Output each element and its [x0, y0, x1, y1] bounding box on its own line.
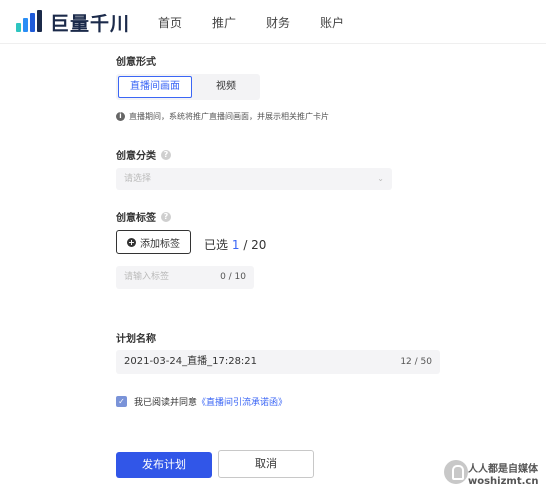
creative-form-label-text: 创意形式 [116, 57, 156, 68]
nav-item-home[interactable]: 首页 [158, 14, 182, 31]
top-navigation-bar: 巨量千川 首页 推广 财务 账户 [0, 0, 546, 44]
creative-tags-label-text: 创意标签 [116, 213, 156, 224]
creative-form-label: 创意形式 [116, 53, 156, 68]
nav-item-promotion[interactable]: 推广 [212, 14, 236, 31]
help-icon[interactable]: ? [161, 211, 171, 222]
logo-text: 巨量千川 [50, 12, 131, 35]
creative-category-label-text: 创意分类 [116, 151, 156, 162]
creative-category-placeholder: 请选择 [124, 174, 152, 184]
plan-name-input[interactable]: 2021-03-24_直播_17:28:21 12 / 50 [116, 350, 440, 374]
option-live-room-screen[interactable]: 直播间画面 [118, 76, 192, 98]
tag-input-placeholder: 请输入标签 [124, 272, 170, 282]
watermark-line2: woshizmt.cn [468, 476, 539, 487]
selected-total: / 20 [243, 238, 267, 252]
watermark-line1: 人人都是自媒体 [468, 464, 538, 475]
microphone-icon [444, 460, 468, 484]
selected-prefix: 已选 [204, 238, 229, 252]
creative-category-select[interactable]: 请选择 ⌄ [116, 168, 392, 190]
main-nav: 首页 推广 财务 账户 [158, 14, 374, 31]
info-text: 直播期间，系统将推广直播间画面，并展示相关推广卡片 [129, 112, 329, 121]
option-video[interactable]: 视频 [194, 76, 258, 98]
nav-item-finance[interactable]: 财务 [266, 14, 290, 31]
logo-icon [16, 10, 44, 34]
chevron-down-icon: ⌄ [377, 174, 384, 183]
add-tag-label: 添加标签 [140, 238, 180, 250]
submit-plan-button[interactable]: 发布计划 [116, 452, 212, 478]
creative-form-info: i 直播期间，系统将推广直播间画面，并展示相关推广卡片 [116, 111, 329, 122]
creative-form-toggle: 直播间画面 视频 [116, 74, 260, 100]
plan-name-value: 2021-03-24_直播_17:28:21 [124, 356, 258, 367]
agreement-checkbox[interactable]: ✓ [116, 396, 127, 407]
selected-tag-count: 已选 1 / 20 [204, 236, 266, 253]
creative-tags-label: 创意标签 ? [116, 209, 171, 224]
tag-input-counter: 0 / 10 [220, 272, 246, 282]
add-tag-button[interactable]: + 添加标签 [116, 230, 191, 254]
agreement: ✓ 我已阅读并同意 《直播间引流承诺函》 [116, 395, 287, 408]
plan-name-label-text: 计划名称 [116, 334, 156, 345]
info-icon: i [116, 112, 125, 121]
agreement-text: 我已阅读并同意 [134, 398, 198, 408]
logo[interactable]: 巨量千川 [16, 10, 131, 35]
plan-name-counter: 12 / 50 [400, 357, 432, 367]
tag-input[interactable]: 请输入标签 0 / 10 [116, 266, 254, 289]
selected-count-number: 1 [231, 238, 240, 252]
nav-item-account[interactable]: 账户 [320, 14, 344, 31]
help-icon[interactable]: ? [161, 149, 171, 160]
creative-category-label: 创意分类 ? [116, 147, 171, 162]
plan-name-label: 计划名称 [116, 330, 156, 345]
agreement-link[interactable]: 《直播间引流承诺函》 [197, 395, 287, 408]
cancel-button[interactable]: 取消 [218, 450, 314, 478]
watermark: 人人都是自媒体 woshizmt.cn [444, 458, 544, 498]
plus-icon: + [127, 237, 136, 247]
